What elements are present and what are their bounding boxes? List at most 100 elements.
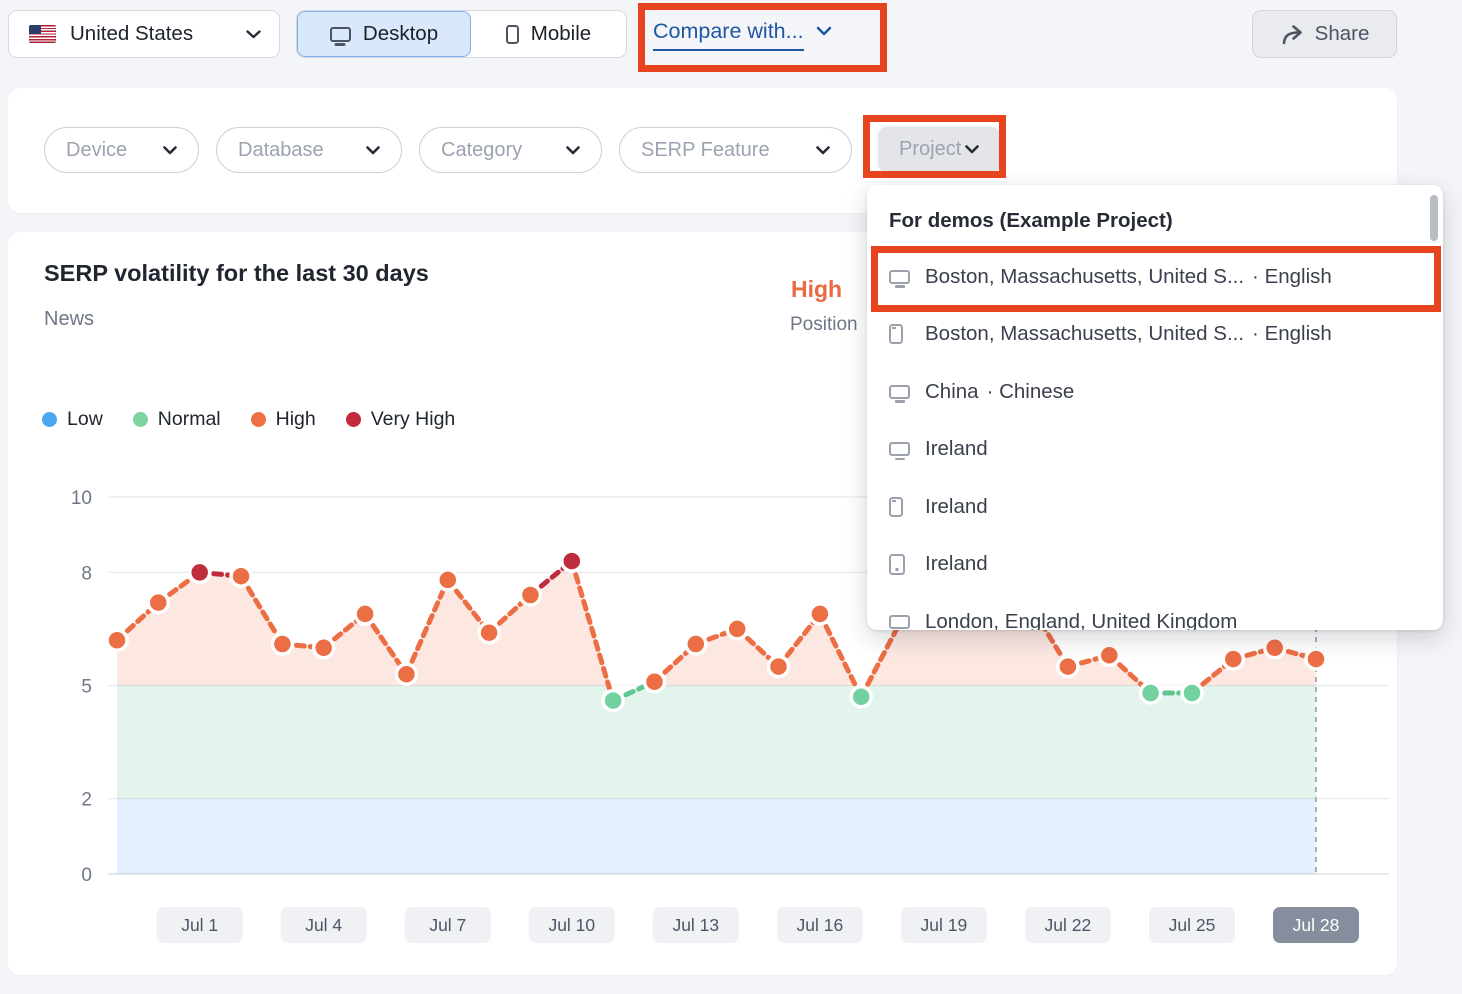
compare-with-link[interactable]: Compare with...: [653, 19, 832, 51]
project-option-name: Boston, Massachusetts, United S...: [925, 265, 1244, 289]
xtick-jul-16[interactable]: Jul 16: [777, 907, 863, 943]
mobile-icon: [506, 25, 519, 44]
svg-text:Jul 1: Jul 1: [181, 915, 218, 935]
desktop-toggle-active[interactable]: Desktop: [297, 11, 471, 57]
xtick-jul-25[interactable]: Jul 25: [1149, 907, 1235, 943]
data-point-jul-1[interactable]: [190, 562, 210, 582]
data-point-jul-23[interactable]: [1099, 645, 1119, 665]
share-button[interactable]: Share: [1252, 10, 1397, 58]
data-point-jul-7[interactable]: [438, 570, 458, 590]
data-point-jul-16[interactable]: [810, 604, 830, 624]
data-point-jul-15[interactable]: [769, 657, 789, 677]
us-flag-icon: [29, 25, 56, 43]
project-option-name: London, England, United Kingdom: [925, 610, 1237, 630]
compare-with-label: Compare with...: [653, 19, 804, 51]
data-point-jul-9[interactable]: [520, 585, 540, 605]
data-point-jul-10[interactable]: [562, 551, 582, 571]
data-point-jul-8[interactable]: [479, 623, 499, 643]
svg-text:Jul 19: Jul 19: [921, 915, 968, 935]
normal-zone-band: [117, 686, 1316, 799]
svg-text:Jul 28: Jul 28: [1293, 915, 1340, 935]
serp-feature-filter[interactable]: SERP Feature: [619, 127, 852, 173]
data-point-jul-14[interactable]: [727, 619, 747, 639]
low-zone-band: [117, 799, 1316, 874]
svg-text:Jul 13: Jul 13: [672, 915, 719, 935]
project-option[interactable]: Ireland: [867, 421, 1443, 479]
svg-text:Jul 4: Jul 4: [305, 915, 342, 935]
desktop-toggle-label: Desktop: [363, 22, 438, 46]
xtick-jul-10[interactable]: Jul 10: [529, 907, 615, 943]
serp-sensor-page: United States Desktop Mobile Compare wit…: [0, 0, 1462, 994]
data-point-jul-27[interactable]: [1265, 638, 1285, 658]
y-tick-label: 8: [81, 563, 92, 584]
y-tick-label: 10: [71, 488, 92, 509]
data-point-jul-22[interactable]: [1058, 657, 1078, 677]
project-filter[interactable]: Project: [878, 127, 1000, 172]
project-filter-label: Project: [899, 138, 961, 161]
chevron-down-icon: [816, 146, 830, 155]
xtick-jul-22[interactable]: Jul 22: [1025, 907, 1111, 943]
data-point-jul-24[interactable]: [1141, 683, 1161, 703]
project-option[interactable]: Ireland: [867, 478, 1443, 536]
mobile-toggle-label: Mobile: [531, 22, 591, 46]
serp-feature-filter-label: SERP Feature: [641, 139, 770, 162]
chevron-down-icon: [566, 146, 580, 155]
desktop-icon: [889, 442, 925, 456]
xtick-jul-28[interactable]: Jul 28: [1273, 907, 1359, 943]
data-point-jul-5[interactable]: [355, 604, 375, 624]
svg-text:Jul 25: Jul 25: [1169, 915, 1216, 935]
data-point-jul-4[interactable]: [314, 638, 334, 658]
mobile-toggle[interactable]: Mobile: [471, 11, 626, 57]
data-point-jul-11[interactable]: [603, 691, 623, 711]
database-filter[interactable]: Database: [216, 127, 402, 173]
project-option-name: Boston, Massachusetts, United S...: [925, 322, 1244, 346]
database-filter-label: Database: [238, 139, 324, 162]
project-option-name: China: [925, 380, 979, 404]
project-option-name: Ireland: [925, 495, 988, 519]
data-point-jun-30[interactable]: [148, 593, 168, 613]
desktop-icon: [330, 27, 351, 42]
project-option[interactable]: China · Chinese: [867, 363, 1443, 421]
data-point-jun-29[interactable]: [107, 630, 127, 650]
xtick-jul-7[interactable]: Jul 7: [405, 907, 491, 943]
project-option[interactable]: Boston, Massachusetts, United S...· Engl…: [867, 306, 1443, 364]
data-point-jul-12[interactable]: [645, 672, 665, 692]
scrollbar-thumb[interactable]: [1430, 195, 1438, 241]
data-point-jul-25[interactable]: [1182, 683, 1202, 703]
svg-text:Jul 16: Jul 16: [797, 915, 844, 935]
data-point-jul-28[interactable]: [1306, 649, 1326, 669]
data-point-jul-3[interactable]: [272, 634, 292, 654]
chevron-down-icon: [163, 146, 177, 155]
tablet-icon: [889, 554, 925, 575]
data-point-jul-13[interactable]: [686, 634, 706, 654]
project-option[interactable]: Ireland: [867, 536, 1443, 594]
data-point-jul-6[interactable]: [396, 664, 416, 684]
project-option[interactable]: London, England, United Kingdom: [867, 593, 1443, 630]
data-point-jul-2[interactable]: [231, 566, 251, 586]
y-tick-label: 5: [81, 677, 92, 698]
svg-text:Jul 10: Jul 10: [548, 915, 595, 935]
xtick-jul-1[interactable]: Jul 1: [157, 907, 243, 943]
mobile-icon: [889, 497, 925, 517]
y-tick-label: 0: [81, 865, 92, 886]
xtick-jul-4[interactable]: Jul 4: [281, 907, 367, 943]
mobile-icon: [889, 324, 925, 344]
project-option[interactable]: Boston, Massachusetts, United S...· Engl…: [867, 248, 1443, 306]
svg-text:Jul 7: Jul 7: [429, 915, 466, 935]
category-filter[interactable]: Category: [419, 127, 602, 173]
country-label: United States: [70, 22, 232, 46]
project-option-language: · Chinese: [987, 380, 1075, 404]
project-dropdown: For demos (Example Project) Boston, Mass…: [867, 185, 1443, 630]
desktop-icon: [889, 385, 925, 399]
chevron-down-icon: [366, 146, 380, 155]
share-arrow-icon: [1280, 24, 1304, 45]
svg-text:Jul 22: Jul 22: [1045, 915, 1092, 935]
country-selector[interactable]: United States: [8, 10, 280, 58]
data-point-jul-17[interactable]: [851, 687, 871, 707]
data-point-jul-26[interactable]: [1223, 649, 1243, 669]
chevron-down-icon: [816, 26, 832, 36]
desktop-icon: [889, 615, 925, 629]
xtick-jul-19[interactable]: Jul 19: [901, 907, 987, 943]
device-filter[interactable]: Device: [44, 127, 199, 173]
xtick-jul-13[interactable]: Jul 13: [653, 907, 739, 943]
